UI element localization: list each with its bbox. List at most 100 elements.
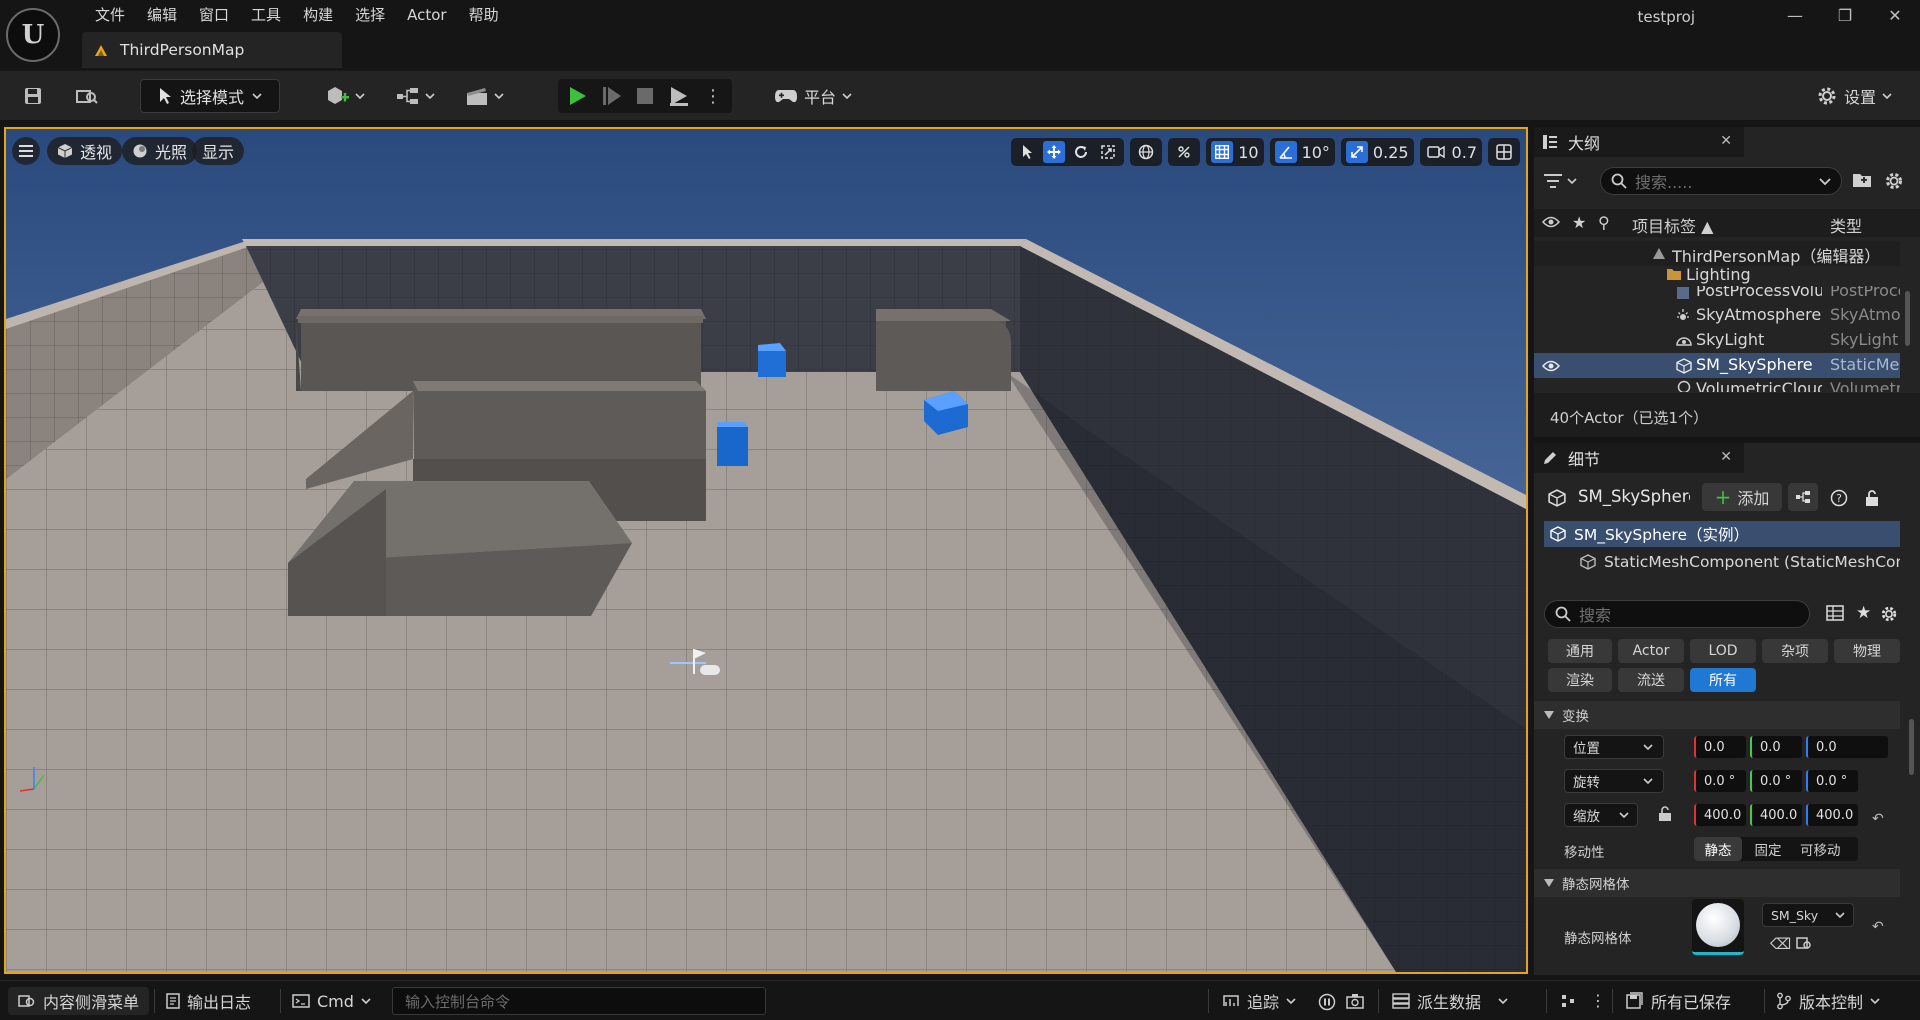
gear-icon[interactable]: [1884, 171, 1904, 191]
location-dropdown[interactable]: 位置: [1564, 735, 1664, 759]
filter-physics-button[interactable]: 物理: [1834, 639, 1900, 663]
help-icon[interactable]: ?: [1830, 489, 1848, 507]
save-all-button[interactable]: 所有已保存: [1626, 987, 1731, 1015]
use-selected-asset-icon[interactable]: ⌫: [1770, 935, 1791, 953]
filter-rendering-button[interactable]: 渲染: [1548, 668, 1612, 692]
restore-icon[interactable]: ❐: [1820, 0, 1870, 30]
scrollbar-thumb[interactable]: [1905, 291, 1910, 346]
transform-section-header[interactable]: 变换: [1534, 701, 1900, 729]
scene-render[interactable]: [6, 129, 1526, 972]
mesh-thumbnail[interactable]: [1692, 899, 1744, 955]
browse-asset-icon[interactable]: [1796, 935, 1812, 951]
console-input[interactable]: 输入控制台命令: [392, 987, 766, 1015]
scale-z-input[interactable]: 400.0: [1806, 804, 1858, 826]
rotation-snap-group[interactable]: 10°: [1269, 138, 1335, 166]
visibility-eye-icon[interactable]: [1542, 359, 1560, 373]
details-tab[interactable]: 细节 ✕: [1534, 443, 1744, 473]
table-view-icon[interactable]: [1826, 605, 1844, 621]
star-icon[interactable]: ★: [1856, 603, 1871, 623]
lighting-button[interactable]: 光照: [122, 137, 198, 165]
angle-snap-icon[interactable]: [1274, 141, 1297, 163]
filter-lod-button[interactable]: LOD: [1690, 639, 1756, 663]
menu-file[interactable]: 文件: [84, 5, 136, 25]
viewport-menu-icon[interactable]: [12, 137, 40, 165]
outliner-tab[interactable]: 大纲 ✕: [1534, 127, 1744, 157]
record-icon[interactable]: [1318, 993, 1336, 1011]
rotation-dropdown[interactable]: 旋转: [1564, 769, 1664, 793]
outliner-search-input[interactable]: 搜索.....: [1600, 167, 1842, 195]
outliner-row[interactable]: PostProcessVolume PostProcessVolume: [1534, 286, 1900, 303]
view-mode-button[interactable]: 透视: [47, 137, 123, 165]
viewport-layout-icon[interactable]: [1493, 141, 1515, 163]
camera-speed-group[interactable]: 0.7: [1419, 138, 1482, 166]
unlock-icon[interactable]: [1658, 806, 1672, 822]
gear-icon[interactable]: [1880, 605, 1898, 623]
rotation-z-input[interactable]: 0.0 °: [1806, 770, 1858, 792]
outliner-row[interactable]: SkyAtmosphere SkyAtmosphere: [1534, 303, 1900, 328]
save-icon[interactable]: [18, 79, 48, 113]
menu-select[interactable]: 选择: [344, 5, 396, 25]
outliner-row[interactable]: ThirdPersonMap（编辑器）: [1534, 241, 1900, 266]
menu-actor[interactable]: Actor: [396, 5, 457, 25]
step-icon[interactable]: [602, 85, 622, 107]
settings-dropdown[interactable]: 设置: [1810, 79, 1898, 113]
platforms-dropdown[interactable]: 平台: [768, 79, 858, 113]
mobility-static-option[interactable]: 静态: [1694, 837, 1742, 861]
scrollbar-thumb[interactable]: [1909, 719, 1914, 775]
rotation-x-input[interactable]: 0.0 °: [1694, 770, 1746, 792]
reset-arrow-icon[interactable]: ↶: [1872, 919, 1884, 935]
menu-window[interactable]: 窗口: [188, 5, 240, 25]
outliner-row[interactable]: Lighting: [1534, 266, 1900, 286]
filter-dropdown[interactable]: [1544, 167, 1588, 195]
star-icon[interactable]: ★: [1572, 213, 1586, 232]
pin-icon[interactable]: ⚲: [1598, 213, 1610, 232]
visibility-eye-icon[interactable]: [1542, 215, 1560, 229]
actor-name-field[interactable]: SM_SkySphere: [1578, 487, 1690, 506]
minimize-icon[interactable]: —: [1770, 0, 1820, 30]
rotate-tool-icon[interactable]: [1070, 141, 1092, 163]
mobility-stationary-option[interactable]: 固定: [1742, 837, 1794, 861]
outliner-scrollbar[interactable]: [1902, 241, 1912, 391]
blue-cube[interactable]: [758, 343, 786, 377]
surface-snap-icon[interactable]: [1173, 141, 1195, 163]
filter-actor-button[interactable]: Actor: [1618, 639, 1684, 663]
chevron-down-icon[interactable]: [1819, 178, 1831, 185]
rotation-y-input[interactable]: 0.0 °: [1750, 770, 1802, 792]
location-x-input[interactable]: 0.0: [1694, 736, 1746, 758]
outliner-row-selected[interactable]: SM_SkySphere StaticMeshActor: [1534, 353, 1900, 378]
filter-misc-button[interactable]: 杂项: [1762, 639, 1828, 663]
add-component-button[interactable]: + 添加: [1702, 483, 1782, 511]
close-icon[interactable]: ✕: [1720, 133, 1732, 149]
blueprint-button[interactable]: [392, 79, 438, 113]
new-folder-icon[interactable]: [1852, 171, 1872, 189]
reset-arrow-icon[interactable]: ↶: [1872, 811, 1884, 827]
location-y-input[interactable]: 0.0: [1750, 736, 1802, 758]
close-icon[interactable]: ✕: [1720, 449, 1732, 465]
lock-icon[interactable]: [1864, 489, 1880, 507]
menu-help[interactable]: 帮助: [458, 5, 510, 25]
menu-tools[interactable]: 工具: [240, 5, 292, 25]
level-viewport[interactable]: 透视 光照 显示 10 10° 0.25 0.7: [4, 127, 1528, 974]
static-mesh-section-header[interactable]: 静态网格体: [1534, 869, 1900, 897]
column-item-label[interactable]: 项目标签 ▲: [1632, 213, 1713, 237]
camera-icon[interactable]: [1425, 141, 1447, 163]
mobility-movable-option[interactable]: 可移动: [1794, 837, 1858, 861]
filter-general-button[interactable]: 通用: [1548, 639, 1612, 663]
static-mesh-picker[interactable]: SM_Sky: [1762, 903, 1854, 927]
select-tool-icon[interactable]: [1016, 141, 1038, 163]
more-options-icon[interactable]: ⋮: [1590, 991, 1606, 1010]
derived-data-dropdown[interactable]: 派生数据: [1392, 987, 1508, 1015]
source-changes-icon[interactable]: [1560, 993, 1578, 1009]
menu-build[interactable]: 构建: [292, 5, 344, 25]
content-drawer-button[interactable]: 内容侧滑菜单: [8, 987, 150, 1015]
component-child-row[interactable]: StaticMeshComponent (StaticMeshComponent…: [1544, 549, 1900, 575]
details-scrollbar[interactable]: [1906, 707, 1916, 975]
grid-snap-group[interactable]: 10: [1206, 138, 1264, 166]
scale-tool-icon[interactable]: [1097, 141, 1119, 163]
outliner-row[interactable]: SkyLight SkyLight: [1534, 328, 1900, 353]
filter-streaming-button[interactable]: 流送: [1618, 668, 1684, 692]
column-type[interactable]: 类型: [1830, 213, 1862, 237]
scale-dropdown[interactable]: 缩放: [1564, 803, 1638, 827]
eject-icon[interactable]: [668, 85, 690, 107]
add-content-button[interactable]: [322, 79, 368, 113]
